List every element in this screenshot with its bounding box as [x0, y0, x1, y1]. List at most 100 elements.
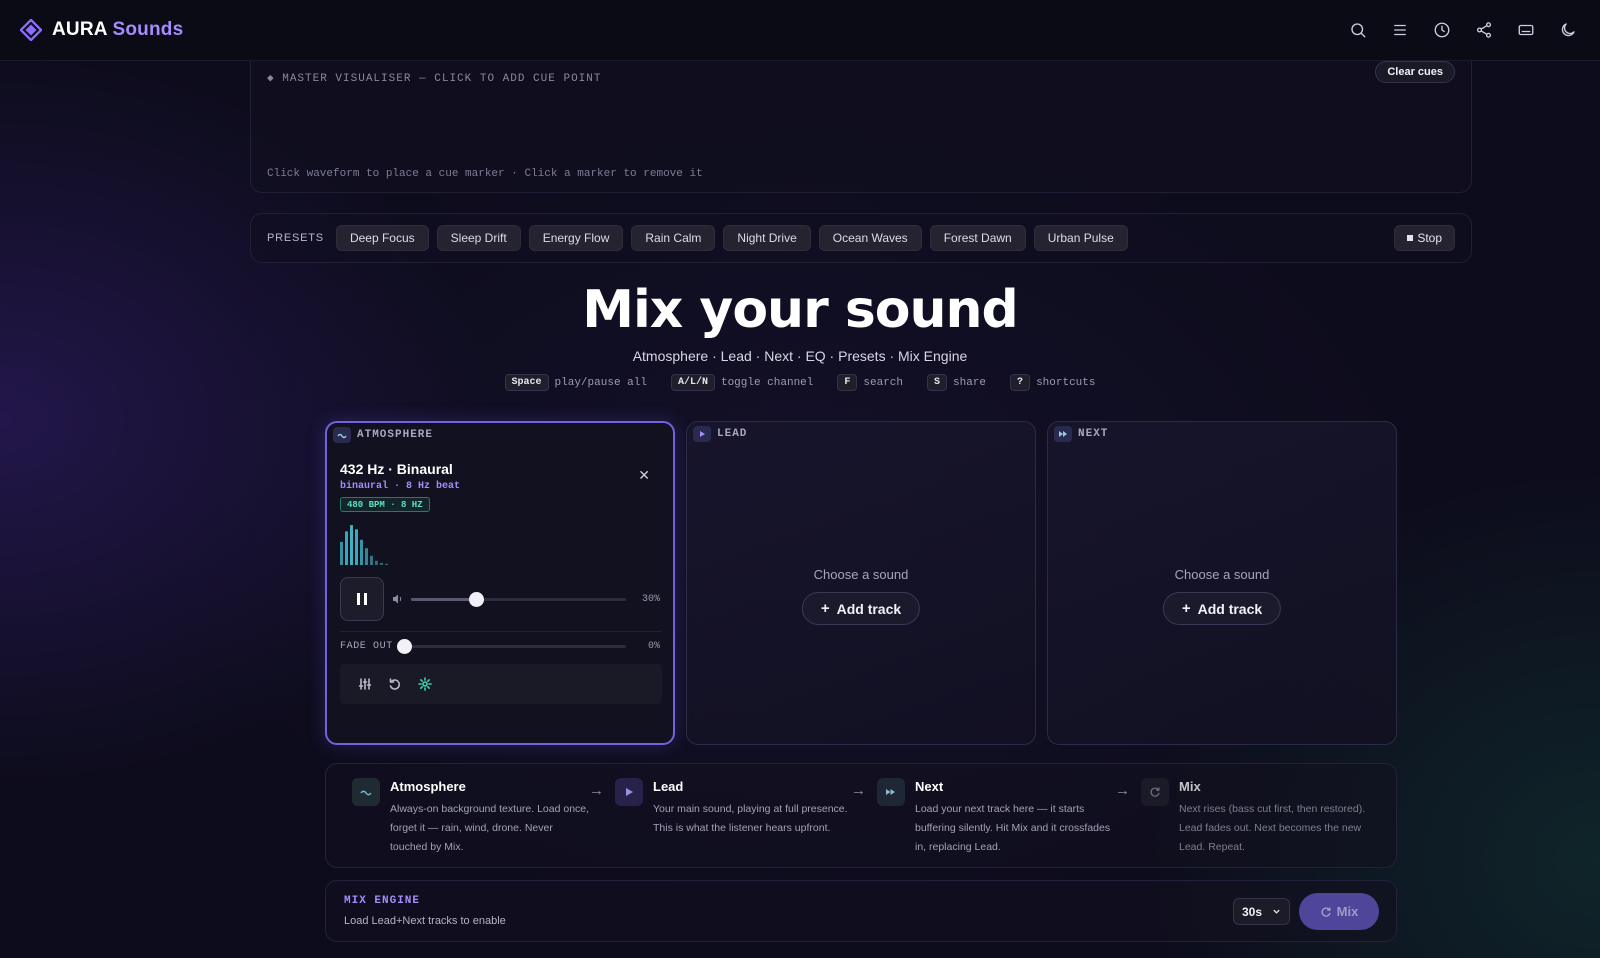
history-icon[interactable] — [1432, 20, 1452, 40]
spectrum-bar — [380, 562, 383, 565]
fade-knob[interactable] — [397, 639, 412, 654]
preset-deep-focus[interactable]: Deep Focus — [335, 225, 429, 251]
share-icon[interactable] — [1474, 20, 1494, 40]
search-icon[interactable] — [1348, 20, 1368, 40]
spectrum-visualiser — [340, 525, 388, 565]
spectrum-bar — [385, 563, 388, 565]
preset-energy-flow[interactable]: Energy Flow — [528, 225, 624, 251]
presets-label: PRESETS — [267, 232, 324, 244]
divider — [340, 631, 662, 632]
visualiser-title: ◆ MASTER VISUALISER — CLICK TO ADD CUE P… — [267, 73, 602, 85]
brand[interactable]: AURA Sounds — [20, 19, 183, 41]
add-track-label: Add track — [1197, 600, 1263, 617]
stop-button[interactable]: Stop — [1394, 225, 1455, 251]
page-title: Mix your sound — [582, 280, 1019, 340]
master-visualiser[interactable]: ◆ MASTER VISUALISER — CLICK TO ADD CUE P… — [250, 40, 1472, 193]
preset-forest-dawn[interactable]: Forest Dawn — [929, 225, 1026, 251]
flow-name: Atmosphere — [390, 779, 466, 794]
mix-engine-title: MIX ENGINE — [344, 895, 421, 907]
channel-atmosphere: ATMOSPHERE 432 Hz · Binaural binaural · … — [325, 421, 675, 745]
shortcut-key: A/L/N — [670, 374, 715, 391]
fade-out-slider[interactable] — [397, 639, 626, 654]
visualiser-hint: Click waveform to place a cue marker · C… — [267, 168, 703, 180]
flow-name: Lead — [653, 779, 684, 794]
top-actions — [1348, 20, 1578, 40]
page-subtitle: Atmosphere · Lead · Next · EQ · Presets … — [632, 348, 968, 364]
flow-desc: Your main sound, playing at full presenc… — [653, 803, 848, 834]
moon-icon[interactable] — [1558, 20, 1578, 40]
top-bar: AURA Sounds — [0, 0, 1600, 61]
sparkle-icon[interactable] — [418, 677, 432, 691]
clear-cues-button[interactable]: Clear cues — [1375, 61, 1455, 83]
volume-icon — [393, 594, 402, 604]
preset-sleep-drift[interactable]: Sleep Drift — [436, 225, 521, 251]
channel-header: ATMOSPHERE — [333, 427, 433, 443]
arrow-right-icon: → — [1115, 782, 1130, 799]
add-track-button-next[interactable]: + Add track — [1162, 592, 1282, 625]
shortcut-key: ? — [1010, 374, 1031, 391]
channel-label: LEAD — [717, 428, 748, 440]
volume-knob[interactable] — [468, 592, 484, 607]
eq-icon[interactable] — [358, 677, 372, 691]
shortcut-desc: shortcuts — [1036, 376, 1096, 389]
pause-icon — [357, 593, 367, 605]
spectrum-bar — [355, 529, 358, 565]
spectrum-bar — [345, 531, 348, 565]
shortcut-desc: toggle channel — [720, 376, 814, 389]
app-name-part2: Sounds — [112, 19, 184, 40]
app-name: AURA Sounds — [52, 19, 183, 41]
empty-hint: Choose a sound — [813, 567, 909, 582]
add-track-button-lead[interactable]: + Add track — [801, 592, 921, 625]
pause-button[interactable] — [340, 577, 384, 621]
mix-button[interactable]: Mix — [1299, 893, 1379, 930]
preset-night-drive[interactable]: Night Drive — [723, 225, 811, 251]
bpm-badge: 480 BPM · 8 HZ — [340, 497, 430, 512]
flow-name: Next — [915, 779, 944, 794]
close-icon[interactable]: ✕ — [638, 467, 650, 484]
stop-label: Stop — [1417, 231, 1442, 245]
wave-icon — [352, 778, 380, 806]
channel-header: NEXT — [1054, 426, 1108, 442]
arrow-right-icon: → — [851, 782, 866, 799]
keyboard-icon[interactable] — [1516, 20, 1536, 40]
logo-diamond-icon — [20, 19, 42, 41]
wave-icon — [333, 427, 351, 443]
skip-icon — [877, 778, 905, 806]
spectrum-bar — [350, 525, 353, 565]
spectrum-bar — [370, 555, 373, 565]
shortcut-hints: Space play/pause all A/L/N toggle channe… — [0, 374, 1600, 391]
shortcut-key: S — [927, 374, 948, 391]
channel-tools — [340, 664, 662, 704]
mix-duration-value: 30s — [1242, 904, 1263, 919]
mix-engine-panel: MIX ENGINE Load Lead+Next tracks to enab… — [325, 880, 1397, 942]
mix-duration-select[interactable]: 30s — [1233, 898, 1290, 925]
volume-slider[interactable] — [411, 592, 626, 607]
flow-desc: Next rises (bass cut first, then restore… — [1179, 803, 1366, 853]
shortcut-desc: search — [863, 376, 904, 389]
refresh-icon — [1321, 906, 1331, 917]
skip-icon — [1054, 426, 1072, 442]
fade-value: 0% — [647, 641, 660, 652]
preset-urban-pulse[interactable]: Urban Pulse — [1033, 225, 1128, 251]
menu-icon[interactable] — [1390, 20, 1410, 40]
plus-icon: + — [820, 600, 830, 617]
flow-name: Mix — [1179, 779, 1201, 794]
flow-explainer: Atmosphere Always-on background texture.… — [325, 763, 1397, 868]
shortcut-desc: share — [953, 376, 987, 389]
refresh-icon — [1141, 778, 1169, 806]
channel-lead: LEAD Choose a sound + Add track — [686, 421, 1036, 745]
track-subtitle: binaural · 8 Hz beat — [340, 481, 461, 492]
volume-value: 30% — [641, 594, 660, 605]
preset-rain-calm[interactable]: Rain Calm — [631, 225, 716, 251]
shortcut-key: F — [837, 374, 858, 391]
spectrum-bar — [340, 541, 343, 565]
plus-icon: + — [1181, 600, 1191, 617]
app-name-part1: AURA — [52, 19, 107, 40]
loop-icon[interactable] — [388, 677, 402, 691]
chevron-down-icon — [1273, 909, 1280, 914]
spectrum-bar — [365, 548, 368, 565]
mix-engine-status: Load Lead+Next tracks to enable — [344, 915, 506, 927]
shortcut-desc: play/pause all — [554, 376, 647, 389]
play-icon — [615, 778, 643, 806]
preset-ocean-waves[interactable]: Ocean Waves — [818, 225, 922, 251]
